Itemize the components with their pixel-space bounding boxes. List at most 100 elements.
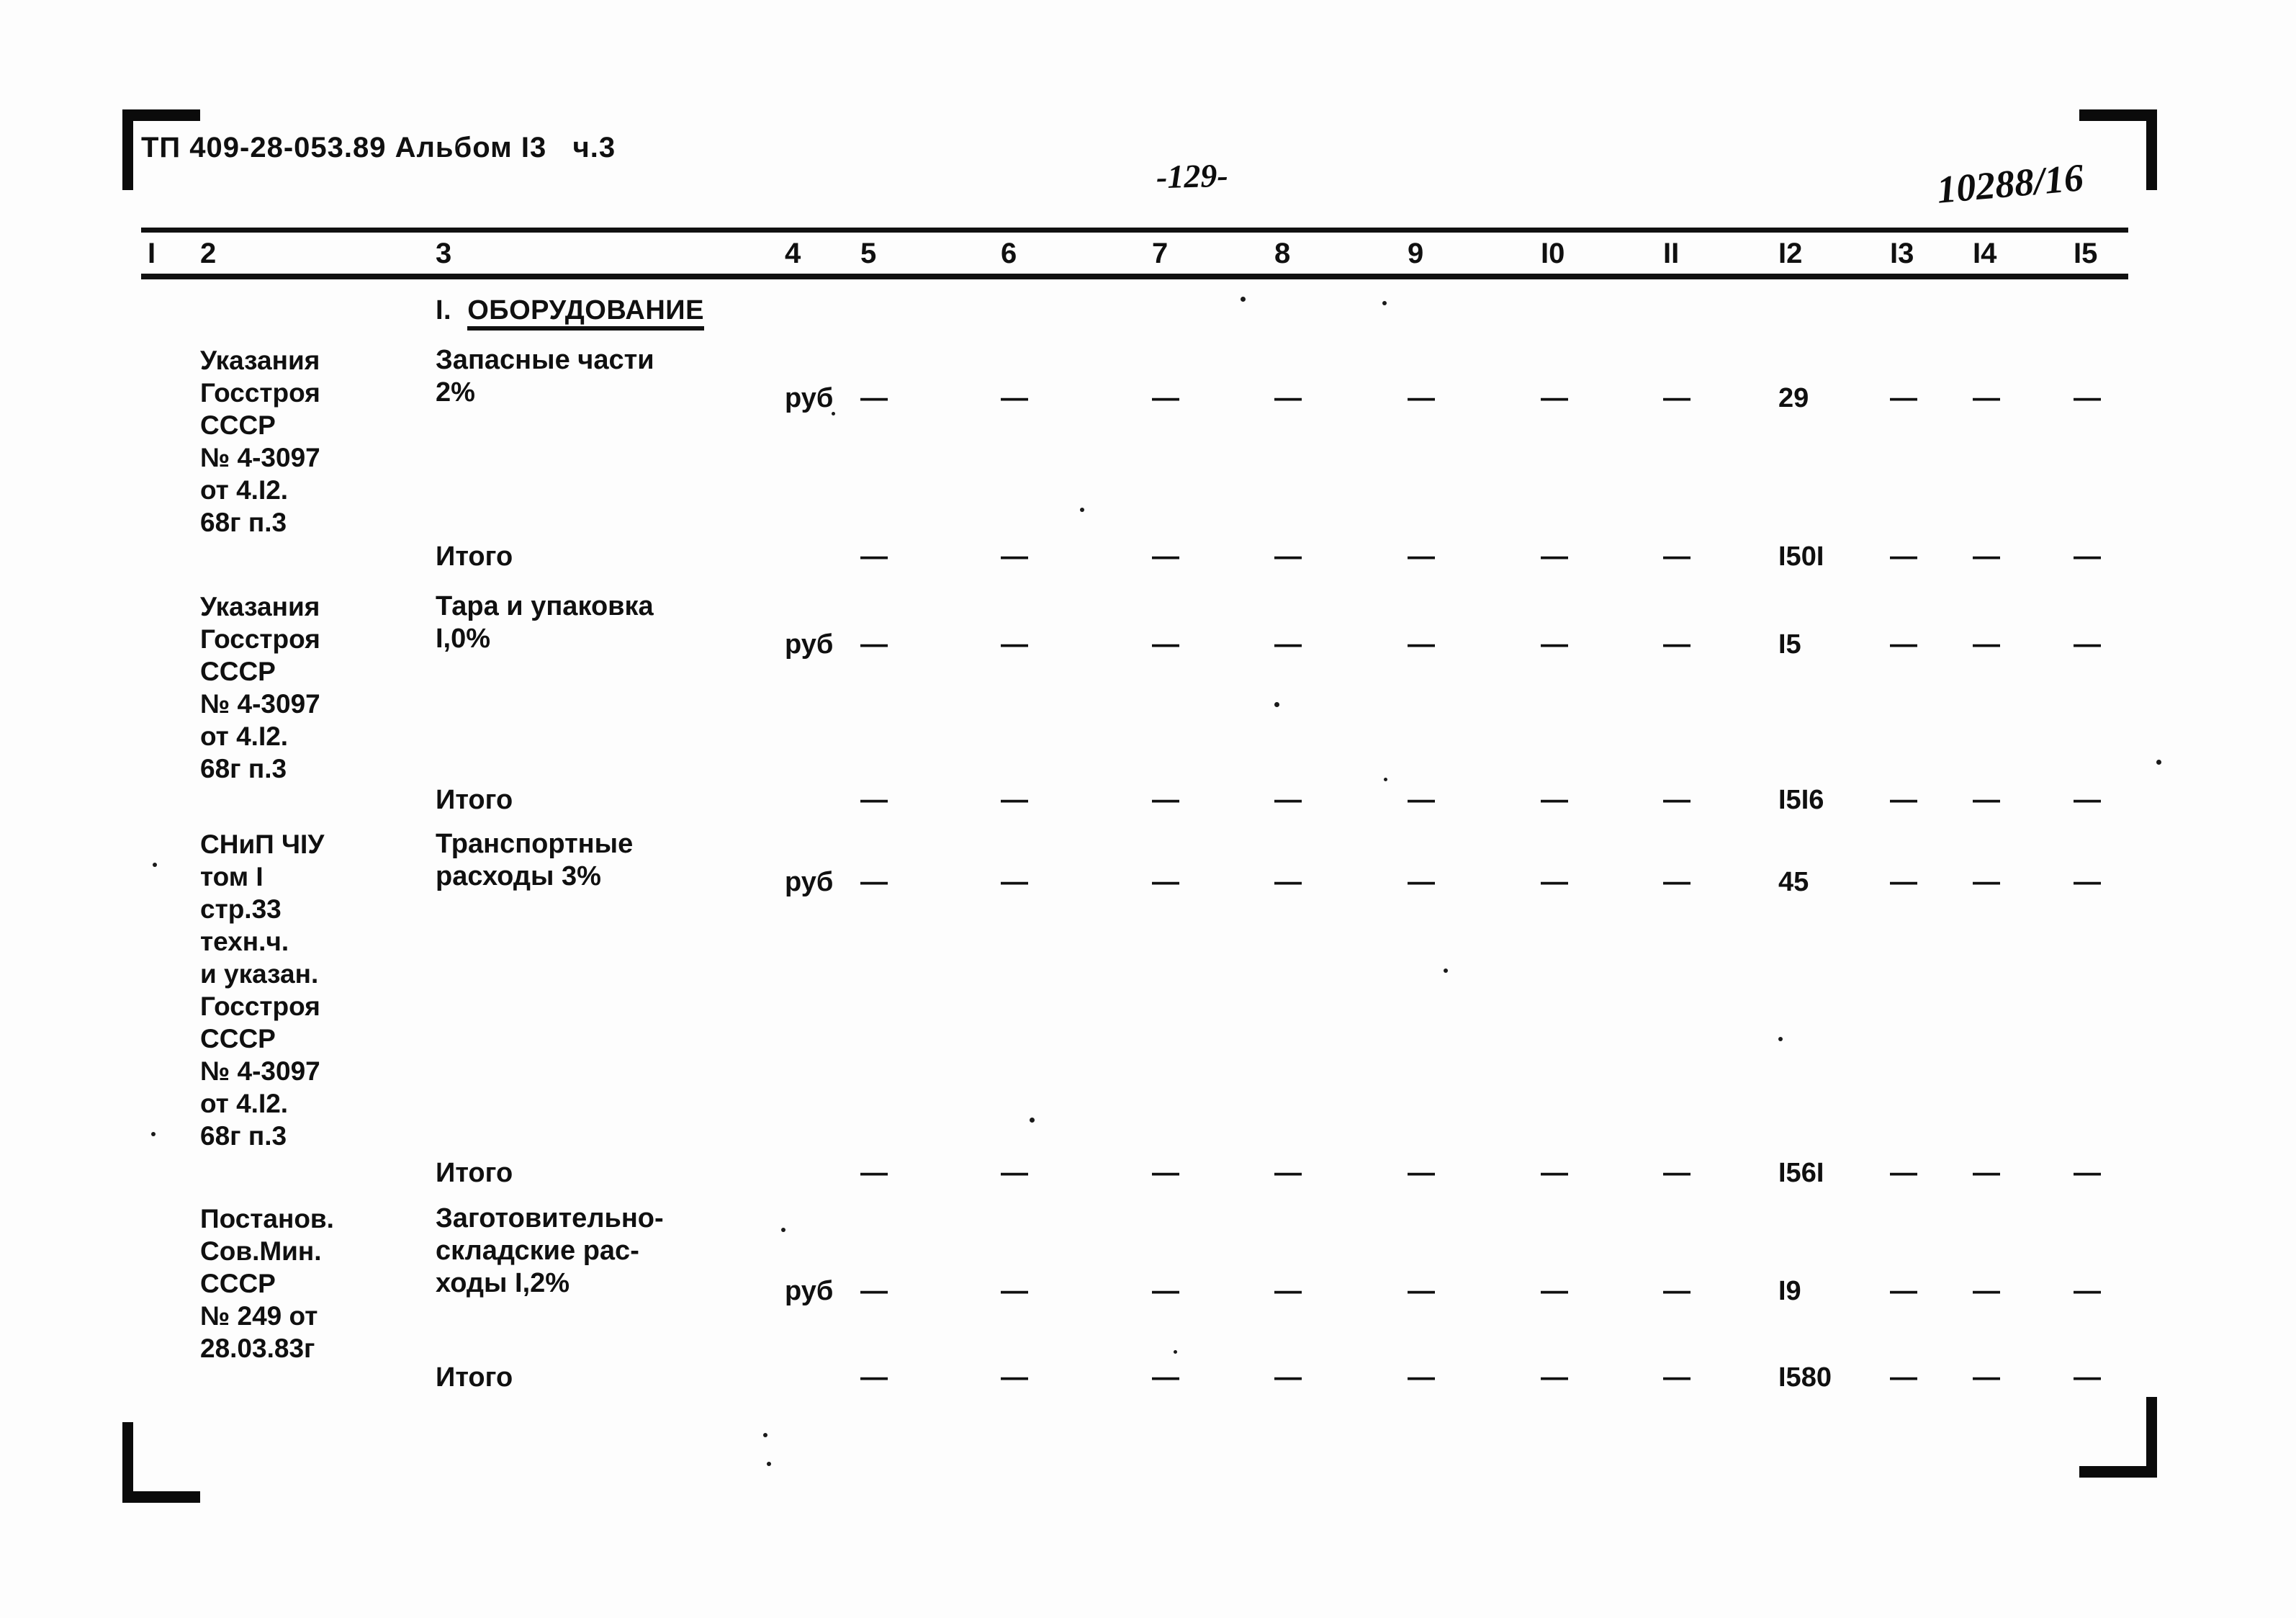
- row-3-col-12: I5I6: [1778, 785, 1824, 815]
- scan-speckle: [153, 863, 157, 867]
- row-4-col-13: —: [1890, 867, 1917, 897]
- row-2-col-5: —: [860, 629, 888, 660]
- row-4-col-14: —: [1973, 867, 2000, 897]
- row-2-col-13: —: [1890, 629, 1917, 660]
- row-description-0: Запасные части 2%: [436, 345, 654, 408]
- scan-speckle: [2156, 760, 2161, 765]
- row-5-col-10: —: [1541, 1158, 1568, 1188]
- row-3-col-5: —: [860, 785, 888, 815]
- row-2-col-7: —: [1152, 629, 1179, 660]
- scan-speckle: [767, 1462, 771, 1466]
- row-0-col-6: —: [1001, 383, 1028, 413]
- row-3-col-14: —: [1973, 785, 2000, 815]
- row-6-col-6: —: [1001, 1276, 1028, 1306]
- scan-speckle: [763, 1433, 767, 1437]
- row-total-label-7: Итого: [436, 1362, 513, 1393]
- row-5-col-14: —: [1973, 1158, 2000, 1188]
- section-title-number: I.: [436, 295, 452, 325]
- row-4-col-8: —: [1274, 867, 1302, 897]
- row-5-col-5: —: [860, 1158, 888, 1188]
- row-2-col-9: —: [1408, 629, 1435, 660]
- row-1-col-7: —: [1152, 541, 1179, 572]
- row-7-col-6: —: [1001, 1362, 1028, 1393]
- row-1-col-15: —: [2074, 541, 2101, 572]
- row-3-col-9: —: [1408, 785, 1435, 815]
- row-6-col-7: —: [1152, 1276, 1179, 1306]
- scan-speckle: [1241, 297, 1246, 302]
- row-6-col-12: I9: [1778, 1276, 1801, 1306]
- section-title: I. ОБОРУДОВАНИЕ: [436, 294, 704, 331]
- row-3-col-8: —: [1274, 785, 1302, 815]
- row-7-col-10: —: [1541, 1362, 1568, 1393]
- row-1-col-13: —: [1890, 541, 1917, 572]
- row-description-4: Транспортные расходы 3%: [436, 829, 634, 891]
- row-0-col-13: —: [1890, 383, 1917, 413]
- row-3-col-10: —: [1541, 785, 1568, 815]
- row-7-col-8: —: [1274, 1362, 1302, 1393]
- scan-speckle: [781, 1228, 785, 1232]
- row-5-col-12: I56I: [1778, 1158, 1824, 1188]
- scan-speckle: [1080, 508, 1084, 512]
- table-body: I. ОБОРУДОВАНИЕ Указания Госстроя СССР № …: [0, 0, 2296, 1618]
- row-unit-6: руб: [785, 1276, 834, 1306]
- row-7-col-13: —: [1890, 1362, 1917, 1393]
- row-reference-0: Указания Госстроя СССР № 4-3097 от 4.I2.…: [200, 346, 320, 537]
- row-2-col-11: —: [1663, 629, 1691, 660]
- row-2-col-8: —: [1274, 629, 1302, 660]
- row-0-col-11: —: [1663, 383, 1691, 413]
- row-4-col-11: —: [1663, 867, 1691, 897]
- row-1-col-6: —: [1001, 541, 1028, 572]
- row-4-col-9: —: [1408, 867, 1435, 897]
- row-6-col-14: —: [1973, 1276, 2000, 1306]
- row-0-col-14: —: [1973, 383, 2000, 413]
- row-description-2: Тара и упаковка I,0%: [436, 591, 654, 654]
- row-7-col-9: —: [1408, 1362, 1435, 1393]
- row-2-col-10: —: [1541, 629, 1568, 660]
- scan-speckle: [1444, 968, 1448, 973]
- row-3-col-15: —: [2074, 785, 2101, 815]
- row-reference-2: Указания Госстроя СССР № 4-3097 от 4.I2.…: [200, 592, 320, 783]
- row-6-col-5: —: [860, 1276, 888, 1306]
- scan-speckle: [1382, 301, 1387, 305]
- scan-speckle: [1384, 778, 1387, 781]
- row-1-col-8: —: [1274, 541, 1302, 572]
- row-5-col-7: —: [1152, 1158, 1179, 1188]
- row-5-col-11: —: [1663, 1158, 1691, 1188]
- row-0-col-8: —: [1274, 383, 1302, 413]
- row-1-col-5: —: [860, 541, 888, 572]
- row-5-col-13: —: [1890, 1158, 1917, 1188]
- row-0-col-7: —: [1152, 383, 1179, 413]
- scan-speckle: [1274, 702, 1279, 707]
- row-7-col-11: —: [1663, 1362, 1691, 1393]
- section-title-text: ОБОРУДОВАНИЕ: [467, 295, 704, 331]
- row-6-col-9: —: [1408, 1276, 1435, 1306]
- row-reference-4: СНиП ЧIУ том I стр.33 техн.ч. и указан. …: [200, 830, 325, 1151]
- row-6-col-13: —: [1890, 1276, 1917, 1306]
- row-5-col-8: —: [1274, 1158, 1302, 1188]
- row-7-col-7: —: [1152, 1362, 1179, 1393]
- row-2-col-15: —: [2074, 629, 2101, 660]
- row-7-col-14: —: [1973, 1362, 2000, 1393]
- scan-speckle: [1778, 1037, 1783, 1041]
- row-7-col-12: I580: [1778, 1362, 1832, 1393]
- row-total-label-1: Итого: [436, 541, 513, 572]
- scan-speckle: [1030, 1118, 1035, 1123]
- row-4-col-7: —: [1152, 867, 1179, 897]
- row-6-col-8: —: [1274, 1276, 1302, 1306]
- row-unit-0: руб: [785, 383, 834, 413]
- row-0-col-9: —: [1408, 383, 1435, 413]
- row-3-col-6: —: [1001, 785, 1028, 815]
- row-reference-6: Постанов. Сов.Мин. СССР № 249 от 28.03.8…: [200, 1204, 334, 1363]
- row-4-col-5: —: [860, 867, 888, 897]
- row-4-col-6: —: [1001, 867, 1028, 897]
- row-1-col-14: —: [1973, 541, 2000, 572]
- row-0-col-15: —: [2074, 383, 2101, 413]
- row-description-6: Заготовительно- складские рас- ходы I,2%: [436, 1203, 664, 1298]
- row-3-col-13: —: [1890, 785, 1917, 815]
- row-5-col-9: —: [1408, 1158, 1435, 1188]
- row-2-col-12: I5: [1778, 629, 1801, 660]
- row-3-col-11: —: [1663, 785, 1691, 815]
- row-7-col-5: —: [860, 1362, 888, 1393]
- row-5-col-6: —: [1001, 1158, 1028, 1188]
- row-total-label-3: Итого: [436, 785, 513, 815]
